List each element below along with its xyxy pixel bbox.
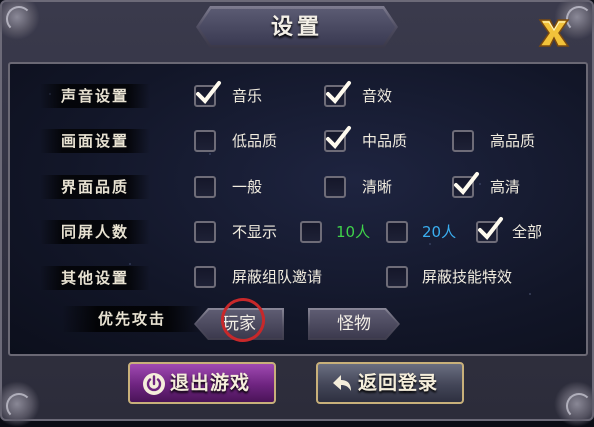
sfx-label: 音效 bbox=[362, 87, 393, 105]
low-quality-label: 低品质 bbox=[232, 132, 278, 150]
high-quality-label: 高品质 bbox=[490, 132, 536, 150]
row-label-other: 其他设置 bbox=[40, 266, 150, 290]
players-all-checkbox[interactable] bbox=[476, 217, 503, 243]
sfx-checkbox[interactable] bbox=[324, 81, 351, 107]
hide-players-checkbox[interactable] bbox=[194, 221, 216, 243]
row-label-ui-quality: 界面品质 bbox=[40, 175, 150, 199]
close-button[interactable] bbox=[536, 16, 572, 50]
close-icon bbox=[538, 19, 570, 47]
block-skill-effects-checkbox[interactable] bbox=[386, 266, 408, 288]
players-10-label: 10人 bbox=[336, 223, 371, 241]
back-to-login-label: 返回登录 bbox=[358, 372, 439, 394]
block-team-invite-label: 屏蔽组队邀请 bbox=[232, 268, 323, 286]
hide-players-label: 不显示 bbox=[232, 223, 278, 241]
back-to-login-button[interactable]: 返回登录 bbox=[316, 362, 464, 404]
ui-normal-checkbox[interactable] bbox=[194, 176, 216, 198]
priority-monster-button[interactable]: 怪物 bbox=[308, 308, 400, 340]
mid-quality-label: 中品质 bbox=[362, 132, 408, 150]
check-icon bbox=[196, 81, 221, 105]
ui-hd-label: 高清 bbox=[490, 178, 521, 196]
window-title: 设置 bbox=[270, 15, 323, 40]
attack-priority-label: 优先攻击 bbox=[62, 306, 202, 332]
return-arrow-icon bbox=[333, 375, 351, 391]
corner-ornament bbox=[554, 381, 594, 427]
players-all-label: 全部 bbox=[512, 223, 543, 241]
check-icon bbox=[326, 126, 351, 150]
row-label-players-shown: 同屏人数 bbox=[40, 220, 150, 244]
check-icon bbox=[478, 217, 503, 241]
exit-game-label: 退出游戏 bbox=[170, 372, 251, 394]
music-label: 音乐 bbox=[232, 87, 263, 105]
row-label-graphics: 画面设置 bbox=[40, 129, 150, 153]
block-team-invite-checkbox[interactable] bbox=[194, 266, 216, 288]
players-20-label: 20人 bbox=[422, 223, 457, 241]
mid-quality-checkbox[interactable] bbox=[324, 126, 351, 152]
exit-game-button[interactable]: 退出游戏 bbox=[128, 362, 276, 404]
block-skill-effects-label: 屏蔽技能特效 bbox=[422, 268, 513, 286]
high-quality-checkbox[interactable] bbox=[452, 130, 474, 152]
music-checkbox[interactable] bbox=[194, 81, 221, 107]
low-quality-checkbox[interactable] bbox=[194, 130, 216, 152]
check-icon bbox=[454, 172, 479, 196]
power-icon bbox=[143, 373, 165, 395]
ui-clear-label: 清晰 bbox=[362, 178, 393, 196]
ui-hd-checkbox[interactable] bbox=[452, 172, 479, 198]
ui-clear-checkbox[interactable] bbox=[324, 176, 346, 198]
ui-normal-label: 一般 bbox=[232, 178, 263, 196]
check-icon bbox=[326, 81, 351, 105]
players-20-checkbox[interactable] bbox=[386, 221, 408, 243]
row-label-sound: 声音设置 bbox=[40, 84, 150, 108]
priority-monster-label: 怪物 bbox=[337, 314, 371, 334]
players-10-checkbox[interactable] bbox=[300, 221, 322, 243]
